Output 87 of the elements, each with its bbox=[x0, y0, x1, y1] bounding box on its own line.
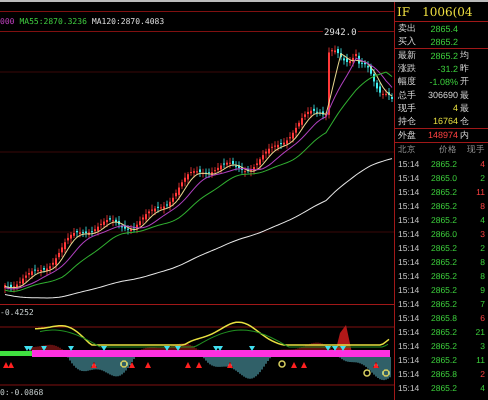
column-header: 价格 bbox=[438, 144, 457, 156]
tick-volume: 6 bbox=[479, 312, 485, 323]
quote-value: 2865.2 bbox=[429, 50, 458, 61]
tick-time: 15:14 bbox=[398, 340, 420, 351]
tick-price: 2865.2 bbox=[430, 298, 457, 309]
symbol-label: IF bbox=[397, 4, 410, 18]
quote-label: 均 bbox=[460, 50, 470, 62]
tick-volume: 3 bbox=[479, 340, 485, 351]
tick-time: 15:14 bbox=[398, 270, 420, 281]
quote-label: 内 bbox=[460, 130, 470, 142]
tick-volume: 21 bbox=[474, 326, 485, 337]
tick-time: 15:14 bbox=[398, 214, 420, 225]
tick-time: 15:14 bbox=[398, 368, 420, 379]
tick-price: 2865.2 bbox=[430, 284, 457, 295]
quote-label: 持仓 bbox=[398, 116, 417, 128]
tick-volume: 9 bbox=[479, 284, 485, 295]
tick-price: 2865.2 bbox=[430, 382, 457, 393]
quote-label: 开 bbox=[460, 76, 470, 88]
indicator-value: 0:-0.0868 bbox=[0, 388, 44, 397]
quote-label: 仓 bbox=[460, 116, 470, 128]
quote-label: 最 bbox=[460, 102, 470, 115]
tick-time: 15:14 bbox=[398, 382, 420, 393]
quote-value: -1.08% bbox=[428, 76, 458, 87]
tick-volume: 8 bbox=[479, 256, 485, 267]
tick-price: 2865.8 bbox=[430, 312, 457, 323]
quote-value: 2865.2 bbox=[429, 36, 458, 47]
quote-label: 最新 bbox=[398, 50, 417, 62]
tick-time: 15:14 bbox=[398, 354, 420, 365]
tick-price: 2865.2 bbox=[430, 242, 457, 253]
tick-price: 2865.2 bbox=[430, 256, 457, 267]
contract-label: 1006(04 bbox=[422, 4, 473, 18]
tick-price: 2865.2 bbox=[430, 270, 457, 281]
tick-volume: 4 bbox=[479, 214, 485, 225]
quote-value: 4 bbox=[452, 103, 458, 114]
tick-time: 15:14 bbox=[398, 256, 420, 267]
quote-value: 16764 bbox=[432, 116, 458, 126]
column-header: 现手 bbox=[466, 144, 485, 156]
tick-volume: 8 bbox=[479, 200, 485, 211]
tick-volume: 2 bbox=[479, 368, 485, 379]
tick-price: 2865.0 bbox=[430, 172, 457, 183]
tick-price: 2866.0 bbox=[430, 228, 457, 239]
tick-price: 2865.8 bbox=[430, 368, 457, 379]
quote-label: 外盘 bbox=[398, 130, 417, 142]
quote-label: 现手 bbox=[398, 102, 417, 115]
legend-label: MA55:2870.3236 bbox=[19, 16, 87, 26]
tick-time: 15:14 bbox=[398, 186, 420, 197]
price-label: 2942.0 bbox=[323, 28, 358, 38]
tick-time: 15:14 bbox=[398, 242, 420, 253]
tick-price: 2865.2 bbox=[430, 340, 457, 351]
legend-label: 000 bbox=[0, 16, 14, 26]
tick-volume: 11 bbox=[475, 354, 485, 365]
tick-price: 2865.2 bbox=[430, 186, 457, 197]
tick-price: 2865.2 bbox=[430, 326, 457, 337]
tick-time: 15:14 bbox=[398, 158, 420, 169]
quote-label: 买入 bbox=[398, 36, 417, 48]
quote-label: 涨跌 bbox=[398, 62, 417, 76]
indicator-value: -0.4252 bbox=[0, 308, 34, 317]
tick-time: 15:14 bbox=[398, 312, 420, 323]
tick-time: 15:14 bbox=[398, 172, 420, 183]
tick-price: 2865.2 bbox=[430, 214, 457, 225]
column-header: 北京 bbox=[398, 144, 417, 156]
tick-volume: 11 bbox=[475, 186, 485, 197]
tick-volume: 7 bbox=[479, 298, 485, 309]
tick-time: 15:14 bbox=[398, 284, 420, 295]
tick-price: 2865.2 bbox=[430, 354, 457, 365]
quote-value: 2865.4 bbox=[429, 24, 458, 34]
quote-value: 306690 bbox=[426, 90, 458, 100]
legend-label: MA120:2870.4083 bbox=[92, 16, 164, 26]
quote-label: 总手 bbox=[398, 90, 417, 102]
tick-volume: 3 bbox=[479, 228, 485, 239]
tick-volume: 4 bbox=[479, 382, 485, 393]
quote-value: 148974 bbox=[426, 130, 458, 140]
tick-volume: 4 bbox=[479, 158, 485, 169]
tick-price: 2865.2 bbox=[430, 200, 457, 211]
quote-value: -31.2 bbox=[436, 64, 458, 74]
quote-label: 昨 bbox=[460, 62, 470, 76]
quote-label: 幅度 bbox=[398, 76, 417, 88]
tick-volume: 8 bbox=[479, 270, 485, 281]
quote-label: 最 bbox=[460, 90, 470, 102]
quote-label: 卖出 bbox=[398, 22, 417, 36]
tick-price: 2865.2 bbox=[430, 158, 457, 169]
tick-time: 15:14 bbox=[398, 298, 420, 309]
tick-time: 15:14 bbox=[398, 200, 420, 211]
tick-volume: 2 bbox=[479, 242, 485, 253]
tick-time: 15:14 bbox=[398, 228, 420, 239]
tick-time: 15:14 bbox=[398, 326, 420, 337]
tick-volume: 2 bbox=[479, 172, 485, 183]
